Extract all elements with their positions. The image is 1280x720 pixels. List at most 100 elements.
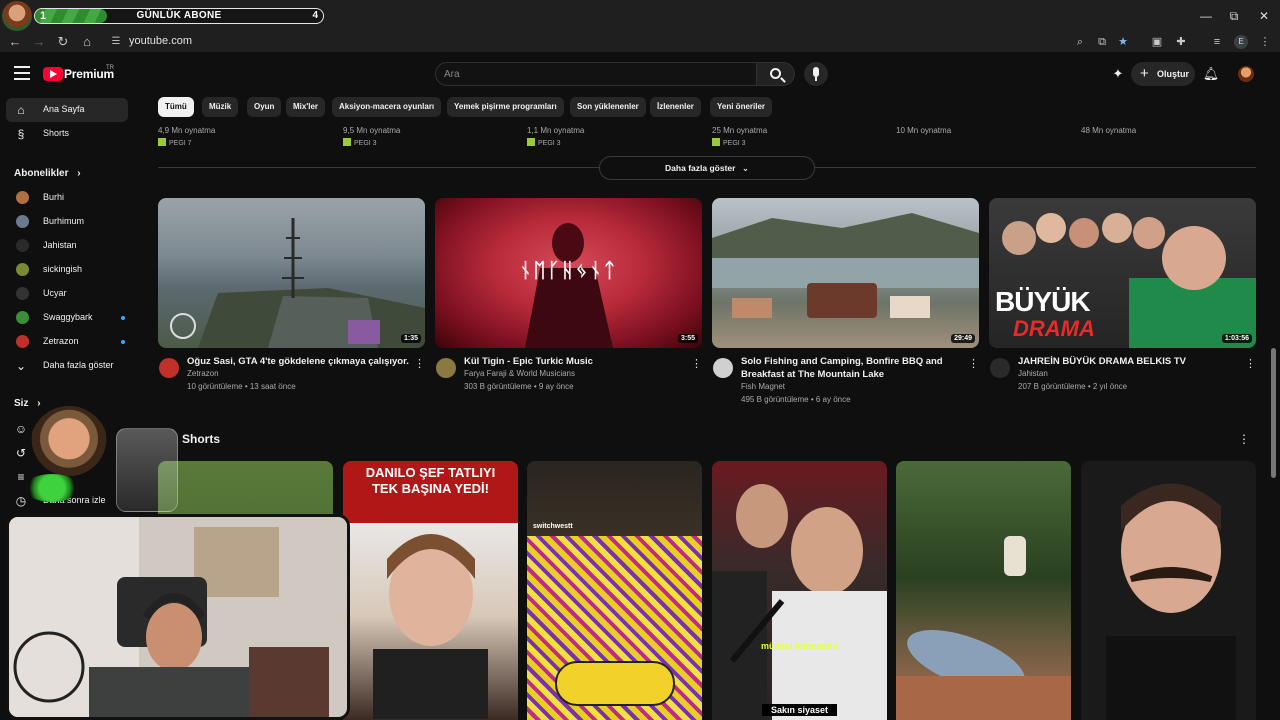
video-channel[interactable]: Jahistan — [1018, 369, 1048, 378]
thumbnail-rune-text: ᚾᛖᚴᚺᛃᚾᛏ — [519, 260, 618, 282]
video-channel[interactable]: Fish Magnet — [741, 382, 785, 391]
video-card[interactable]: 29:49 Solo Fishing and Camping, Bonfire … — [712, 198, 979, 413]
video-title[interactable]: Oğuz Sasi, GTA 4'te gökdelene çıkmaya ça… — [187, 356, 419, 369]
youtube-logo-icon[interactable] — [43, 67, 63, 81]
channel-avatar — [16, 191, 29, 204]
age-rating-text: PEGI 3 — [723, 140, 746, 147]
short-card[interactable]: switchwestt — [527, 461, 702, 720]
sidebar-subscription-item[interactable]: Jahistan — [6, 234, 128, 258]
scrollbar-thumb[interactable] — [1271, 348, 1276, 478]
filter-chip[interactable]: Son yüklenenler — [570, 97, 646, 117]
home-browser-icon[interactable]: ⌂ — [77, 32, 97, 52]
filter-chip[interactable]: Yemek pişirme programları — [447, 97, 564, 117]
goal-label: GÜNLÜK ABONE — [136, 10, 222, 21]
install-app-icon[interactable]: ⧉ — [1094, 34, 1110, 50]
zoom-icon[interactable]: ⌕ — [1072, 34, 1088, 50]
channel-avatar[interactable] — [713, 358, 733, 378]
back-icon[interactable]: ← — [5, 32, 25, 52]
forward-icon[interactable]: → — [29, 32, 49, 52]
close-window-button[interactable]: ✕ — [1248, 6, 1280, 26]
more-actions-icon[interactable]: ⋮ — [691, 357, 702, 371]
tab-search-icon[interactable]: ▣ — [1149, 34, 1165, 50]
sidebar-subscription-item[interactable]: Zetrazon — [6, 330, 128, 354]
create-button[interactable]: + Oluştur — [1131, 62, 1195, 86]
video-title[interactable]: Solo Fishing and Camping, Bonfire BBQ an… — [741, 356, 973, 381]
url-text[interactable]: youtube.com — [129, 35, 192, 47]
sidebar-show-more[interactable]: ⌄ Daha fazla göster — [6, 354, 128, 378]
browser-titlebar: 1 GÜNLÜK ABONE 4 — ⧉ ✕ — [0, 0, 1280, 32]
page-scrollbar[interactable] — [1270, 60, 1278, 720]
address-bar[interactable]: ☰ youtube.com — [104, 32, 1134, 52]
maximize-button[interactable]: ⧉ — [1218, 6, 1250, 26]
sidebar-item-label: Swaggybark — [43, 312, 93, 322]
voice-search-button[interactable] — [804, 62, 828, 86]
video-card[interactable]: BÜYÜK DRAMA 1:03:56 JAHREİN BÜYÜK DRAMA … — [989, 198, 1256, 413]
shorts-icon: § — [17, 127, 25, 141]
you-heading[interactable]: Siz › — [14, 398, 41, 409]
show-more-button[interactable]: Daha fazla göster ⌄ — [599, 156, 815, 180]
channel-avatar[interactable] — [159, 358, 179, 378]
thumbnail-text-buyuk: BÜYÜK — [995, 286, 1091, 317]
cast-icon[interactable]: ✦ — [1108, 64, 1128, 84]
reload-icon[interactable]: ↻ — [53, 32, 73, 52]
filter-chip[interactable]: Tümü — [158, 97, 194, 117]
more-actions-icon[interactable]: ⋮ — [1245, 357, 1256, 371]
extensions-icon[interactable]: ✚ — [1173, 34, 1189, 50]
menu-icon[interactable] — [14, 66, 30, 80]
filter-chip[interactable]: Oyun — [247, 97, 282, 117]
video-thumbnail[interactable]: ᚾᛖᚴᚺᛃᚾᛏ 3:55 — [435, 198, 702, 348]
sidebar-subscription-item[interactable]: sickingish — [6, 258, 128, 282]
video-channel[interactable]: Zetrazon — [187, 369, 219, 378]
filter-chip[interactable]: Aksiyon-macera oyunları — [332, 97, 442, 117]
pegi-icon — [712, 138, 720, 146]
subscriptions-heading[interactable]: Abonelikler › — [14, 168, 81, 179]
filter-chip[interactable]: Yeni öneriler — [710, 97, 773, 117]
video-title[interactable]: JAHREİN BÜYÜK DRAMA BELKIS TV — [1018, 356, 1250, 369]
short-card[interactable]: DANILO ŞEF TATLIYI TEK BAŞINA YEDİ! — [343, 461, 518, 720]
browser-menu-icon[interactable]: ⋮ — [1257, 34, 1273, 50]
sidebar-subscription-item[interactable]: Swaggybark — [6, 306, 128, 330]
age-rating-badge: PEGI 3 — [343, 138, 377, 147]
browser-profile-avatar[interactable]: E — [1234, 35, 1248, 49]
sidebar-item-shorts[interactable]: § Shorts — [6, 122, 128, 146]
video-thumbnail[interactable]: BÜYÜK DRAMA 1:03:56 — [989, 198, 1256, 348]
more-actions-icon[interactable]: ⋮ — [968, 357, 979, 371]
filter-chip[interactable]: Müzik — [202, 97, 239, 117]
video-stats: 495 B görüntüleme • 6 ay önce — [741, 395, 851, 404]
reading-list-icon[interactable]: ≡ — [1209, 34, 1225, 50]
filter-chip[interactable]: İzlenenler — [650, 97, 701, 117]
video-card[interactable]: 1:35 Oğuz Sasi, GTA 4'te gökdelene çıkma… — [158, 198, 425, 413]
age-rating-text: PEGI 3 — [538, 140, 561, 147]
more-actions-icon[interactable]: ⋮ — [414, 357, 425, 371]
video-channel[interactable]: Farya Faraji & World Musicians — [464, 369, 575, 378]
thumbnail-text-drama: DRAMA — [1013, 316, 1095, 341]
search-box[interactable] — [435, 62, 757, 86]
shorts-more-icon[interactable]: ⋮ — [1238, 432, 1250, 446]
channel-avatar — [16, 215, 29, 228]
channel-avatar — [16, 263, 29, 276]
short-card[interactable] — [1081, 461, 1256, 720]
coins-overlay — [24, 474, 80, 502]
site-info-icon[interactable]: ☰ — [110, 36, 122, 48]
pegi-icon — [158, 138, 166, 146]
sidebar-subscription-item[interactable]: Ucyar — [6, 282, 128, 306]
video-card[interactable]: ᚾᛖᚴᚺᛃᚾᛏ 3:55 Kül Tigin - Epic Turkic Mus… — [435, 198, 702, 413]
sidebar-subscription-item[interactable]: Burhimum — [6, 210, 128, 234]
search-input[interactable] — [444, 66, 744, 82]
user-avatar[interactable] — [1238, 66, 1254, 82]
sidebar-item-label: Burhi — [43, 192, 65, 202]
channel-avatar[interactable] — [990, 358, 1010, 378]
video-thumbnail[interactable]: 29:49 — [712, 198, 979, 348]
short-card[interactable]: mülteci konusunu Sakın siyaset — [712, 461, 887, 720]
sidebar-item-label: sickingish — [43, 264, 83, 274]
channel-avatar[interactable] — [436, 358, 456, 378]
sidebar-item-home[interactable]: ⌂ Ana Sayfa — [6, 98, 128, 122]
video-title[interactable]: Kül Tigin - Epic Turkic Music — [464, 356, 696, 369]
bookmark-star-icon[interactable]: ★ — [1115, 34, 1131, 50]
sidebar-subscription-item[interactable]: Burhi — [6, 186, 128, 210]
notifications-bell-icon[interactable]: 🔔︎ — [1201, 64, 1221, 84]
filter-chip[interactable]: Mix'ler — [286, 97, 326, 117]
short-card[interactable] — [896, 461, 1071, 720]
video-thumbnail[interactable]: 1:35 — [158, 198, 425, 348]
search-button[interactable] — [757, 62, 795, 86]
